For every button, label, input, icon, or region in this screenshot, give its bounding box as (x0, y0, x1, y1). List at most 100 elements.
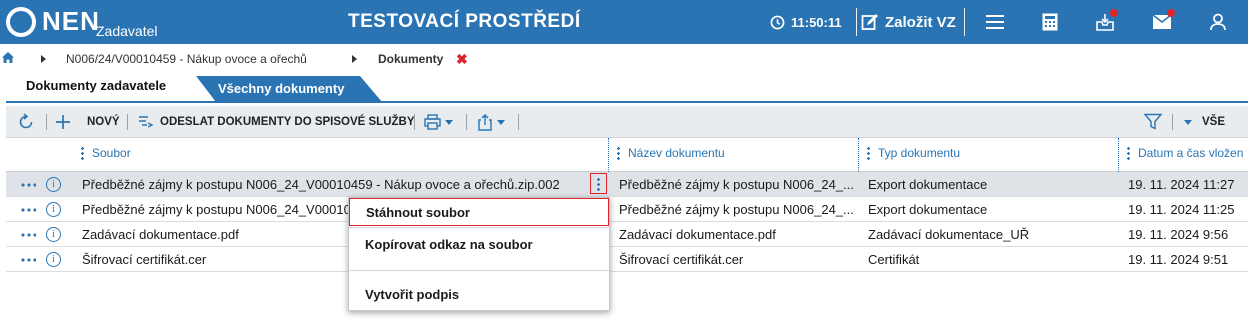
header-divider (964, 8, 965, 36)
file-context-menu: Stáhnout soubor Kopírovat odkaz na soubo… (348, 197, 610, 311)
share-icon (478, 113, 492, 131)
toolbar-divider (414, 114, 415, 130)
clock-time: 11:50:11 (791, 14, 842, 30)
breadcrumb-item-documents: Dokumenty (378, 52, 444, 66)
edit-icon (861, 14, 878, 30)
new-button-label: NOVÝ (87, 116, 120, 128)
mail-icon[interactable] (1150, 9, 1175, 34)
copy-file-link-menu-item[interactable]: Kopírovat odkaz na soubor (349, 228, 609, 260)
cell-date: 19. 11. 2024 11:25 (1128, 202, 1235, 217)
grid-toolbar: NOVÝ ODESLAT DOKUMENTY DO SPISOVÉ SLUŽBY… (6, 106, 1248, 138)
more-actions-icon[interactable] (20, 258, 36, 262)
column-resizer[interactable] (858, 138, 859, 172)
column-header-file[interactable]: Soubor (81, 146, 131, 160)
send-list-icon (139, 116, 154, 128)
create-vz-label: Založit VZ (885, 13, 956, 31)
column-header-label: Název dokumentu (628, 146, 725, 160)
tab-contracting-documents[interactable]: Dokumenty zadavatele (10, 72, 182, 102)
user-icon[interactable] (1206, 10, 1230, 34)
cell-type: Export dokumentace (868, 177, 988, 192)
menu-icon[interactable] (983, 10, 1007, 34)
row-kebab-menu-icon[interactable] (590, 173, 607, 194)
nen-logo[interactable]: NEN (6, 6, 100, 40)
create-signature-menu-item[interactable]: Vytvořit podpis (349, 278, 609, 310)
logo-circle-icon (6, 7, 36, 37)
logo-subtitle: Zadavatel (96, 23, 158, 39)
column-header-date[interactable]: Datum a čas vložen (1127, 146, 1243, 160)
print-icon (424, 114, 441, 130)
session-clock: 11:50:11 (770, 0, 842, 44)
document-tabs: Dokumenty zadavatele Všechny dokumenty (0, 72, 1248, 102)
table-header: Soubor Název dokumentu Typ dokumentu Dat… (6, 138, 1248, 172)
info-icon[interactable]: i (46, 202, 61, 217)
table-row[interactable]: i Předběžné zájmy k postupu N006_24_V000… (6, 197, 1248, 222)
tab-underline (6, 101, 1248, 103)
table-row[interactable]: i Šifrovací certifikát.cer Šifrovací cer… (6, 247, 1248, 272)
column-header-name[interactable]: Název dokumentu (617, 146, 725, 160)
chevron-down-icon (1184, 119, 1192, 125)
column-header-type[interactable]: Typ dokumentu (867, 146, 960, 160)
send-to-records-button[interactable]: ODESLAT DOKUMENTY DO SPISOVÉ SLUŽBY (138, 106, 415, 138)
cell-type: Zadávací dokumentace_UŘ (868, 227, 1030, 242)
toolbar-divider (127, 114, 128, 130)
cell-name: Šifrovací certifikát.cer (619, 252, 744, 267)
column-header-label: Datum a čas vložen (1138, 146, 1244, 160)
print-dropdown[interactable] (424, 106, 453, 138)
environment-title: TESTOVACÍ PROSTŘEDÍ (348, 11, 581, 32)
inbox-icon[interactable] (1093, 9, 1118, 34)
info-icon[interactable]: i (46, 252, 61, 267)
export-dropdown[interactable] (477, 106, 505, 138)
view-filter-label: VŠE (1202, 116, 1226, 128)
breadcrumb-separator-icon (352, 55, 357, 63)
cell-date: 19. 11. 2024 9:56 (1128, 227, 1229, 242)
cell-date: 19. 11. 2024 11:27 (1128, 177, 1235, 192)
close-icon[interactable]: ✖ (456, 51, 468, 68)
top-bar: NEN Zadavatel TESTOVACÍ PROSTŘEDÍ 11:50:… (0, 0, 1248, 44)
new-button[interactable]: NOVÝ (55, 106, 120, 138)
send-to-records-label: ODESLAT DOKUMENTY DO SPISOVÉ SLUŽBY (160, 116, 415, 128)
info-icon[interactable]: i (46, 177, 61, 192)
column-header-label: Soubor (92, 146, 131, 160)
more-actions-icon[interactable] (20, 183, 36, 187)
calculator-icon[interactable] (1038, 10, 1062, 34)
logo-text: NEN (42, 6, 100, 36)
column-menu-icon[interactable] (867, 146, 870, 160)
toolbar-divider (46, 114, 47, 130)
breadcrumb-item-procurement[interactable]: N006/24/V00010459 - Nákup ovoce a ořechů (66, 52, 307, 66)
cell-type: Export dokumentace (868, 202, 988, 217)
download-file-menu-item[interactable]: Stáhnout soubor (349, 198, 609, 226)
chevron-down-icon (497, 119, 505, 125)
notification-dot (1110, 9, 1118, 17)
clock-icon (770, 15, 785, 29)
info-icon[interactable]: i (46, 227, 61, 242)
toolbar-divider (1172, 114, 1173, 130)
toolbar-divider (466, 114, 467, 130)
header-divider (856, 8, 857, 36)
tab-all-documents[interactable]: Všechny dokumenty (196, 76, 382, 102)
create-vz-button[interactable]: Založit VZ (861, 0, 956, 44)
view-filter-dropdown[interactable]: VŠE (1184, 106, 1225, 138)
notification-dot (1167, 9, 1175, 17)
home-icon[interactable] (2, 52, 14, 66)
filter-icon[interactable] (1144, 106, 1162, 138)
column-header-label: Typ dokumentu (878, 146, 961, 160)
cell-name: Předběžné zájmy k postupu N006_24_... (619, 202, 854, 217)
column-menu-icon[interactable] (617, 146, 620, 160)
cell-file[interactable]: Předběžné zájmy k postupu N006_24_V00010… (82, 177, 587, 192)
column-menu-icon[interactable] (1127, 146, 1130, 160)
cell-name: Zadávací dokumentace.pdf (619, 227, 776, 242)
column-resizer[interactable] (608, 138, 609, 172)
cell-type: Certifikát (868, 252, 920, 267)
menu-divider (349, 270, 609, 271)
table-row[interactable]: i Zadávací dokumentace.pdf Zadávací doku… (6, 222, 1248, 247)
chevron-down-icon (445, 119, 453, 125)
refresh-icon[interactable] (17, 106, 35, 138)
more-actions-icon[interactable] (20, 208, 36, 212)
column-resizer[interactable] (1118, 138, 1119, 172)
more-actions-icon[interactable] (20, 233, 36, 237)
table-row[interactable]: i Předběžné zájmy k postupu N006_24_V000… (6, 172, 1248, 197)
column-menu-icon[interactable] (81, 146, 84, 160)
breadcrumb: N006/24/V00010459 - Nákup ovoce a ořechů… (0, 44, 1248, 72)
cell-date: 19. 11. 2024 9:51 (1128, 252, 1229, 267)
toolbar-divider (518, 114, 519, 130)
